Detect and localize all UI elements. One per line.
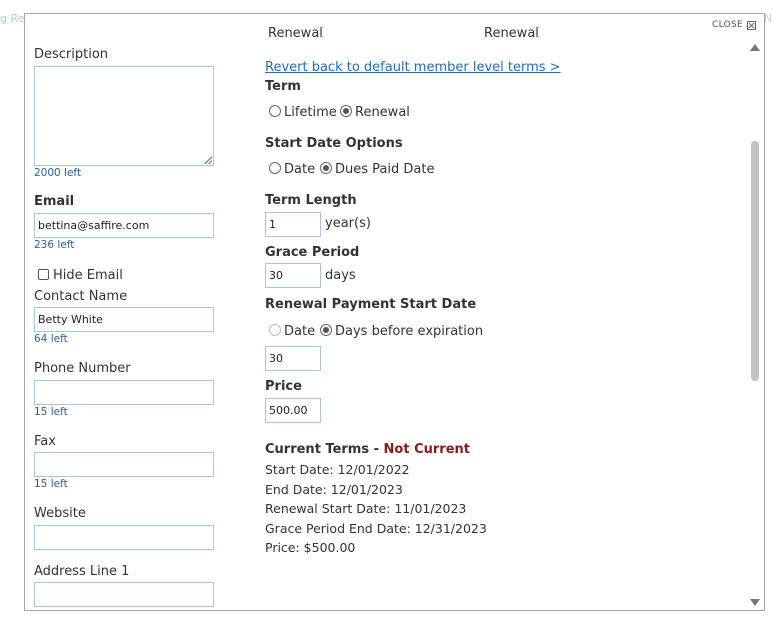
current-terms-heading: Current Terms - Not Current bbox=[265, 442, 470, 457]
current-end-date: End Date: 12/01/2023 bbox=[265, 482, 403, 497]
contact-name-counter: 64 left bbox=[34, 333, 68, 345]
renewal-payment-days-radio[interactable] bbox=[320, 324, 332, 336]
current-start-date: Start Date: 12/01/2022 bbox=[265, 462, 410, 477]
address-line1-label: Address Line 1 bbox=[34, 564, 130, 579]
renewal-payment-days-input[interactable] bbox=[265, 346, 321, 371]
email-counter: 236 left bbox=[34, 239, 75, 251]
edit-member-modal: CLOSE Description 2000 left Email 236 le… bbox=[24, 13, 765, 611]
start-date-dues-paid-radio[interactable] bbox=[320, 162, 332, 174]
term-lifetime-label: Lifetime bbox=[284, 105, 337, 120]
close-label: CLOSE bbox=[712, 20, 743, 30]
current-renewal-start-date: Renewal Start Date: 11/01/2023 bbox=[265, 501, 467, 516]
phone-counter: 15 left bbox=[34, 406, 68, 418]
start-date-dues-paid-label: Dues Paid Date bbox=[335, 162, 435, 177]
email-input[interactable] bbox=[34, 213, 214, 238]
description-textarea[interactable] bbox=[34, 66, 214, 166]
price-input[interactable] bbox=[265, 398, 321, 423]
start-date-date-radio[interactable] bbox=[269, 162, 281, 174]
background-text-right: N bbox=[764, 12, 772, 25]
scroll-up-arrow-icon[interactable] bbox=[750, 44, 760, 51]
term-renewal-radio[interactable] bbox=[340, 105, 352, 117]
website-label: Website bbox=[34, 506, 86, 521]
renewal-payment-days-label: Days before expiration bbox=[335, 324, 484, 339]
background-text-left: g Re bbox=[0, 12, 25, 25]
website-input[interactable] bbox=[34, 525, 214, 550]
phone-input[interactable] bbox=[34, 380, 214, 405]
grace-period-label: Grace Period bbox=[265, 245, 360, 260]
hide-email-checkbox[interactable] bbox=[38, 269, 49, 280]
renewal-payment-date-label: Date bbox=[284, 324, 316, 339]
price-label: Price bbox=[265, 379, 302, 394]
phone-label: Phone Number bbox=[34, 361, 131, 376]
description-counter: 2000 left bbox=[34, 167, 82, 179]
email-label: Email bbox=[34, 194, 75, 209]
term-length-label: Term Length bbox=[265, 193, 357, 208]
term-label: Term bbox=[265, 79, 301, 94]
grace-period-unit: days bbox=[325, 268, 356, 283]
start-date-options-label: Start Date Options bbox=[265, 136, 403, 151]
term-renewal-label: Renewal bbox=[355, 105, 410, 120]
cut-header-right: Renewal bbox=[484, 26, 539, 41]
grace-period-input[interactable] bbox=[265, 263, 321, 288]
contact-name-label: Contact Name bbox=[34, 289, 128, 304]
modal-scrollbar[interactable] bbox=[750, 40, 760, 606]
close-button[interactable]: CLOSE bbox=[712, 20, 756, 30]
revert-default-terms-link[interactable]: Revert back to default member level term… bbox=[265, 60, 561, 75]
address-line1-input[interactable] bbox=[34, 582, 214, 607]
fax-label: Fax bbox=[34, 434, 56, 449]
current-terms-status: Not Current bbox=[383, 442, 470, 457]
term-length-input[interactable] bbox=[265, 212, 321, 237]
contact-name-input[interactable] bbox=[34, 307, 214, 332]
term-lifetime-radio[interactable] bbox=[269, 105, 281, 117]
cut-header-left: Renewal bbox=[268, 26, 323, 41]
fax-counter: 15 left bbox=[34, 478, 68, 490]
renewal-payment-start-label: Renewal Payment Start Date bbox=[265, 297, 477, 312]
scroll-down-arrow-icon[interactable] bbox=[750, 599, 760, 606]
current-price: Price: $500.00 bbox=[265, 540, 356, 555]
description-label: Description bbox=[34, 47, 109, 62]
renewal-payment-date-radio[interactable] bbox=[269, 324, 281, 336]
hide-email-label: Hide Email bbox=[53, 268, 123, 283]
start-date-date-label: Date bbox=[284, 162, 316, 177]
term-length-unit: year(s) bbox=[325, 216, 371, 231]
close-icon bbox=[747, 20, 756, 30]
current-terms-label: Current Terms - bbox=[265, 442, 384, 457]
scroll-thumb[interactable] bbox=[751, 141, 759, 381]
current-grace-end-date: Grace Period End Date: 12/31/2023 bbox=[265, 521, 487, 536]
fax-input[interactable] bbox=[34, 452, 214, 477]
resize-handle-icon[interactable] bbox=[204, 156, 212, 164]
